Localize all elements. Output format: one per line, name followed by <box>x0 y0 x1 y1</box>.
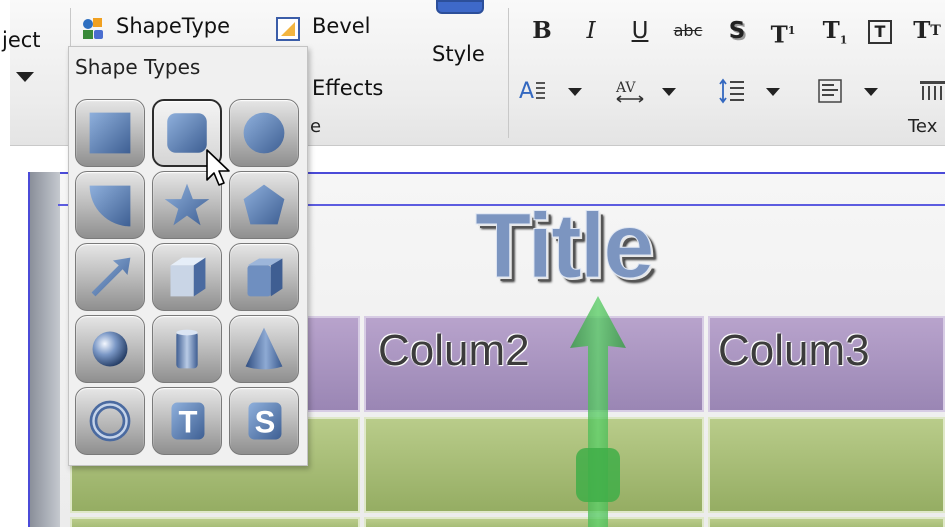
shape-types-dropdown: Shape Types T S <box>68 46 308 466</box>
font-color-dropdown-arrow[interactable] <box>568 88 582 96</box>
cube-shape-button[interactable] <box>152 243 222 311</box>
quarter-circle-shape-icon <box>89 185 131 227</box>
move-arrow-handle-icon[interactable] <box>568 296 628 527</box>
paragraph-align-dropdown-arrow[interactable] <box>864 88 878 96</box>
bevel-label: Bevel <box>312 14 371 38</box>
object-dropdown-arrow[interactable] <box>16 72 34 82</box>
style-swatch <box>436 0 484 14</box>
rounded-cube-shape-icon <box>247 258 283 297</box>
shape-type-label: ShapeType <box>116 14 230 38</box>
table-cell[interactable] <box>708 517 945 527</box>
table-cell[interactable] <box>364 517 704 527</box>
bevel-button[interactable]: Bevel <box>276 14 386 44</box>
torus-shape-button[interactable] <box>75 387 145 455</box>
text-s-shape-icon: S <box>248 402 282 440</box>
object-button-label[interactable]: ject <box>2 28 41 52</box>
ribbon-separator <box>508 8 509 138</box>
text-s-shape-button[interactable]: S <box>229 387 299 455</box>
rounded-cube-shape-button[interactable] <box>229 243 299 311</box>
square-shape-button[interactable] <box>75 99 145 167</box>
paragraph-align-icon[interactable] <box>816 76 846 106</box>
sphere-shape-icon <box>92 331 128 367</box>
arrow-shape-button[interactable] <box>75 243 145 311</box>
sphere-shape-button[interactable] <box>75 315 145 383</box>
cone-shape-button[interactable] <box>229 315 299 383</box>
line-spacing-icon[interactable] <box>718 76 748 106</box>
column-2-header: Colum2 <box>378 326 530 375</box>
char-spacing-icon[interactable]: AV <box>614 76 648 106</box>
table-cell[interactable] <box>70 517 360 527</box>
strikethrough-button[interactable]: abc <box>670 14 706 48</box>
bold-button[interactable]: B <box>527 14 557 48</box>
line-spacing-dropdown-arrow[interactable] <box>766 88 780 96</box>
italic-button[interactable]: I <box>576 14 606 48</box>
superscript-button[interactable]: T1 <box>768 14 798 49</box>
font-color-icon[interactable]: A <box>518 76 548 106</box>
text-s-letter: S <box>255 405 276 440</box>
cone-shape-icon <box>245 327 283 370</box>
text-t-letter: T <box>178 405 197 440</box>
quarter-circle-shape-button[interactable] <box>75 171 145 239</box>
text-columns-icon[interactable] <box>918 76 945 106</box>
bevel-icon <box>276 17 300 41</box>
cylinder-shape-icon <box>176 329 198 369</box>
text-group-label: Tex <box>908 116 938 137</box>
mouse-cursor-icon <box>206 149 230 186</box>
svg-text:AV: AV <box>615 80 636 96</box>
svg-text:A: A <box>519 79 534 104</box>
text-t-shape-icon: T <box>171 402 205 440</box>
shape-type-button[interactable]: ShapeType <box>80 14 250 44</box>
text-shadow-button[interactable]: S <box>722 14 752 48</box>
style-label: Style <box>432 42 485 66</box>
table-cell[interactable] <box>364 417 704 513</box>
shape-type-icon <box>83 18 103 39</box>
cube-shape-icon <box>170 257 206 297</box>
torus-shape-icon <box>89 400 131 442</box>
style-button[interactable]: Style <box>430 0 490 80</box>
group-label: e <box>310 116 322 137</box>
square-shape-icon <box>89 112 131 154</box>
table-cell[interactable] <box>708 417 945 513</box>
superscript-label: T <box>770 21 788 49</box>
text-t-shape-button[interactable]: T <box>152 387 222 455</box>
subscript-button[interactable]: T1 <box>820 14 850 48</box>
slide-title[interactable]: Title <box>474 194 654 299</box>
underline-button[interactable]: U <box>625 14 655 48</box>
subscript-label: T <box>822 17 840 44</box>
pentagon-shape-button[interactable] <box>229 171 299 239</box>
char-spacing-dropdown-arrow[interactable] <box>662 88 676 96</box>
pentagon-shape-icon <box>243 184 285 225</box>
column-3-header: Colum3 <box>718 326 870 375</box>
circle-shape-icon <box>243 112 285 154</box>
text-box-icon[interactable]: T <box>868 20 892 44</box>
text-effect-icon[interactable]: TT <box>912 14 942 48</box>
arrow-shape-icon <box>91 257 131 297</box>
effects-label[interactable]: Effects <box>312 76 383 100</box>
shape-types-title: Shape Types <box>75 55 201 79</box>
circle-shape-button[interactable] <box>229 99 299 167</box>
cylinder-shape-button[interactable] <box>152 315 222 383</box>
